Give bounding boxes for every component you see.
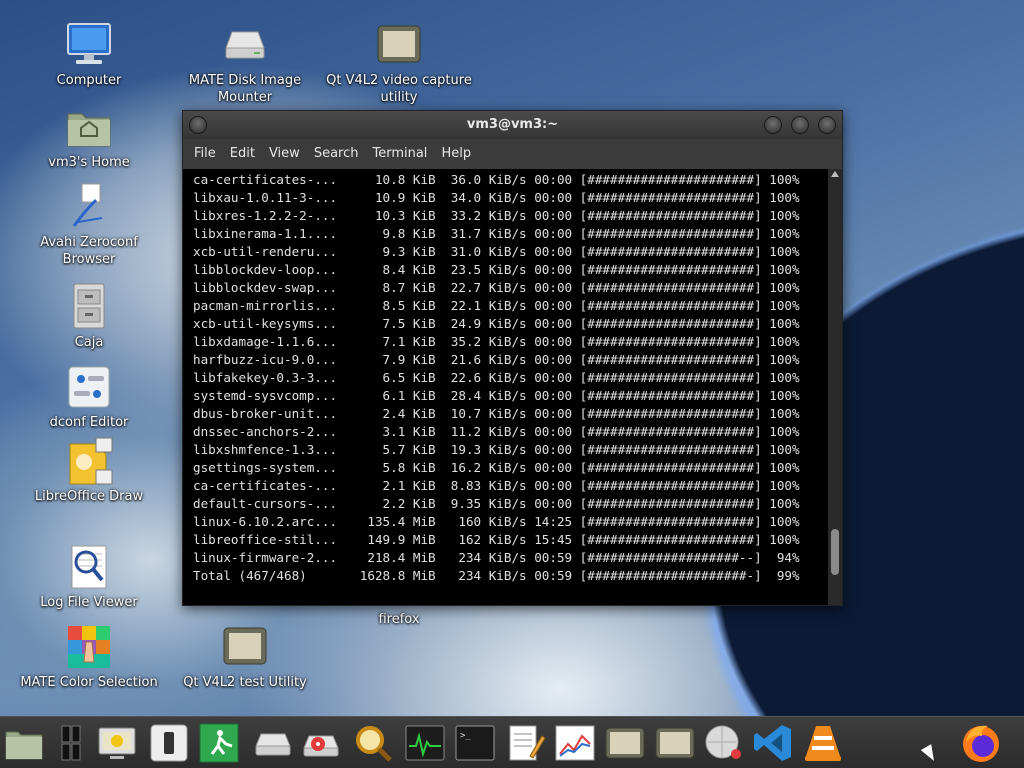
desktop-icon-qv4l2[interactable]: Qt V4L2 video capture utility bbox=[324, 20, 474, 106]
avahi-icon bbox=[64, 182, 114, 232]
desktop-icon-color-selection[interactable]: MATE Color Selection bbox=[14, 622, 164, 691]
desktop-icon-disk-image-mounter[interactable]: MATE Disk Image Mounter bbox=[170, 20, 320, 106]
terminal-line: libxinerama-1.1.... 9.8 KiB 31.7 KiB/s 0… bbox=[193, 226, 800, 241]
desktop-icon-label: Computer bbox=[56, 73, 122, 88]
disk-image-icon[interactable] bbox=[300, 722, 342, 764]
chart-icon[interactable] bbox=[554, 722, 596, 764]
desktop-icon-label: MATE Color Selection bbox=[20, 675, 158, 690]
monitor-icon[interactable] bbox=[96, 722, 138, 764]
exit-icon[interactable] bbox=[198, 722, 240, 764]
terminal-output[interactable]: ca-certificates-... 10.8 KiB 36.0 KiB/s … bbox=[183, 169, 827, 605]
desktop-icon-qv4l2-test[interactable]: Qt V4L2 test Utility bbox=[170, 622, 320, 691]
desktop-icon-avahi[interactable]: Avahi Zeroconf Browser bbox=[14, 182, 164, 268]
computer-icon bbox=[64, 20, 114, 70]
desktop-icon-label: Log File Viewer bbox=[40, 595, 138, 610]
menu-edit[interactable]: Edit bbox=[223, 139, 262, 169]
terminal-line: libreoffice-stil... 149.9 MiB 162 KiB/s … bbox=[193, 532, 800, 547]
desktop-icon-label: dconf Editor bbox=[49, 415, 129, 430]
terminal-line: default-cursors-... 2.2 KiB 9.35 KiB/s 0… bbox=[193, 496, 800, 511]
menu-terminal[interactable]: Terminal bbox=[365, 139, 434, 169]
globe-icon[interactable] bbox=[702, 722, 744, 764]
desktop-icon-label: Qt V4L2 video capture utility bbox=[326, 73, 472, 105]
scrollbar-thumb[interactable] bbox=[831, 528, 839, 575]
desktop-icon-firefox[interactable]: firefox bbox=[324, 611, 474, 628]
disk-drive-icon[interactable] bbox=[252, 722, 294, 764]
terminal-menubar: File Edit View Search Terminal Help bbox=[183, 139, 842, 169]
terminal-line: libblockdev-loop... 8.4 KiB 23.5 KiB/s 0… bbox=[193, 262, 800, 277]
desktop-icon-home[interactable]: vm3's Home bbox=[14, 102, 164, 171]
firefox-icon[interactable] bbox=[960, 722, 1002, 764]
maximize-button[interactable] bbox=[791, 116, 809, 134]
desktop-icon-dconf[interactable]: dconf Editor bbox=[14, 362, 164, 431]
camera-test-icon[interactable] bbox=[654, 722, 696, 764]
text-editor-icon[interactable] bbox=[504, 722, 546, 764]
svg-text:>_: >_ bbox=[460, 731, 471, 741]
home-folder-icon bbox=[64, 102, 114, 152]
desktop-icon-label: vm3's Home bbox=[48, 155, 130, 170]
terminal-line: xcb-util-keysyms... 7.5 KiB 24.9 KiB/s 0… bbox=[193, 316, 800, 331]
dconf-icon bbox=[64, 362, 114, 412]
video-test-icon bbox=[220, 622, 270, 672]
camera-icon[interactable] bbox=[604, 722, 646, 764]
menu-file[interactable]: File bbox=[187, 139, 223, 169]
libreoffice-draw-icon bbox=[64, 436, 114, 486]
magnifier-icon[interactable] bbox=[352, 722, 394, 764]
disk-drive-icon bbox=[220, 20, 270, 70]
terminal-line: libxau-1.0.11-3-... 10.9 KiB 34.0 KiB/s … bbox=[193, 190, 800, 205]
terminal-icon[interactable]: >_ bbox=[454, 722, 496, 764]
window-titlebar[interactable]: vm3@vm3:~ bbox=[183, 111, 842, 139]
video-capture-icon bbox=[374, 20, 424, 70]
terminal-line: libxdamage-1.1.6... 7.1 KiB 35.2 KiB/s 0… bbox=[193, 334, 800, 349]
terminal-line: gsettings-system... 5.8 KiB 16.2 KiB/s 0… bbox=[193, 460, 800, 475]
terminal-line: linux-firmware-2... 218.4 MiB 234 KiB/s … bbox=[193, 550, 800, 565]
desktop-icon-label: Qt V4L2 test Utility bbox=[183, 675, 307, 690]
terminal-window[interactable]: vm3@vm3:~ File Edit View Search Terminal… bbox=[182, 110, 843, 606]
window-menu-icon[interactable] bbox=[189, 116, 207, 134]
terminal-line: libxres-1.2.2-2-... 10.3 KiB 33.2 KiB/s … bbox=[193, 208, 800, 223]
taskbar: >_ bbox=[0, 716, 1024, 768]
terminal-line: libxshmfence-1.3... 5.7 KiB 19.3 KiB/s 0… bbox=[193, 442, 800, 457]
terminal-line: libfakekey-0.3-3... 6.5 KiB 22.6 KiB/s 0… bbox=[193, 370, 800, 385]
terminal-line: libblockdev-swap... 8.7 KiB 22.7 KiB/s 0… bbox=[193, 280, 800, 295]
desktop-icon-label: MATE Disk Image Mounter bbox=[188, 73, 302, 105]
folder-icon[interactable] bbox=[3, 722, 45, 764]
desktop-icon-label: LibreOffice Draw bbox=[34, 489, 144, 504]
terminal-line: pacman-mirrorlis... 8.5 KiB 22.1 KiB/s 0… bbox=[193, 298, 800, 313]
terminal-scrollbar[interactable] bbox=[828, 169, 842, 605]
desktop-icon-computer[interactable]: Computer bbox=[14, 20, 164, 89]
desktop-icon-libreoffice-draw[interactable]: LibreOffice Draw bbox=[14, 436, 164, 505]
desktop-icon-label: firefox bbox=[378, 612, 420, 627]
file-cabinet-icon bbox=[64, 282, 114, 332]
workspace-switcher-icon[interactable] bbox=[50, 722, 92, 764]
mobile-device-icon[interactable] bbox=[148, 722, 190, 764]
system-monitor-icon[interactable] bbox=[404, 722, 446, 764]
close-button[interactable] bbox=[818, 116, 836, 134]
terminal-line: systemd-sysvcomp... 6.1 KiB 28.4 KiB/s 0… bbox=[193, 388, 800, 403]
vlc-icon[interactable] bbox=[802, 722, 844, 764]
terminal-line: xcb-util-renderu... 9.3 KiB 31.0 KiB/s 0… bbox=[193, 244, 800, 259]
window-title: vm3@vm3:~ bbox=[466, 117, 559, 132]
desktop-icon-caja[interactable]: Caja bbox=[14, 282, 164, 351]
desktop-icon-label: Caja bbox=[74, 335, 104, 350]
color-selection-icon bbox=[64, 622, 114, 672]
terminal-line: linux-6.10.2.arc... 135.4 MiB 160 KiB/s … bbox=[193, 514, 800, 529]
terminal-line: ca-certificates-... 10.8 KiB 36.0 KiB/s … bbox=[193, 172, 800, 187]
menu-view[interactable]: View bbox=[262, 139, 307, 169]
log-viewer-icon bbox=[64, 542, 114, 592]
desktop-icon-log-viewer[interactable]: Log File Viewer bbox=[14, 542, 164, 611]
minimize-button[interactable] bbox=[764, 116, 782, 134]
terminal-line: dbus-broker-unit... 2.4 KiB 10.7 KiB/s 0… bbox=[193, 406, 800, 421]
terminal-line: ca-certificates-... 2.1 KiB 8.83 KiB/s 0… bbox=[193, 478, 800, 493]
vscode-icon[interactable] bbox=[752, 722, 794, 764]
desktop-icon-label: Avahi Zeroconf Browser bbox=[40, 235, 138, 267]
scroll-up-icon[interactable] bbox=[831, 171, 839, 177]
terminal-line: dnssec-anchors-2... 3.1 KiB 11.2 KiB/s 0… bbox=[193, 424, 800, 439]
terminal-line: Total (467/468) 1628.8 MiB 234 KiB/s 00:… bbox=[193, 568, 800, 583]
terminal-line: harfbuzz-icu-9.0... 7.9 KiB 21.6 KiB/s 0… bbox=[193, 352, 800, 367]
menu-help[interactable]: Help bbox=[434, 139, 478, 169]
menu-search[interactable]: Search bbox=[307, 139, 366, 169]
